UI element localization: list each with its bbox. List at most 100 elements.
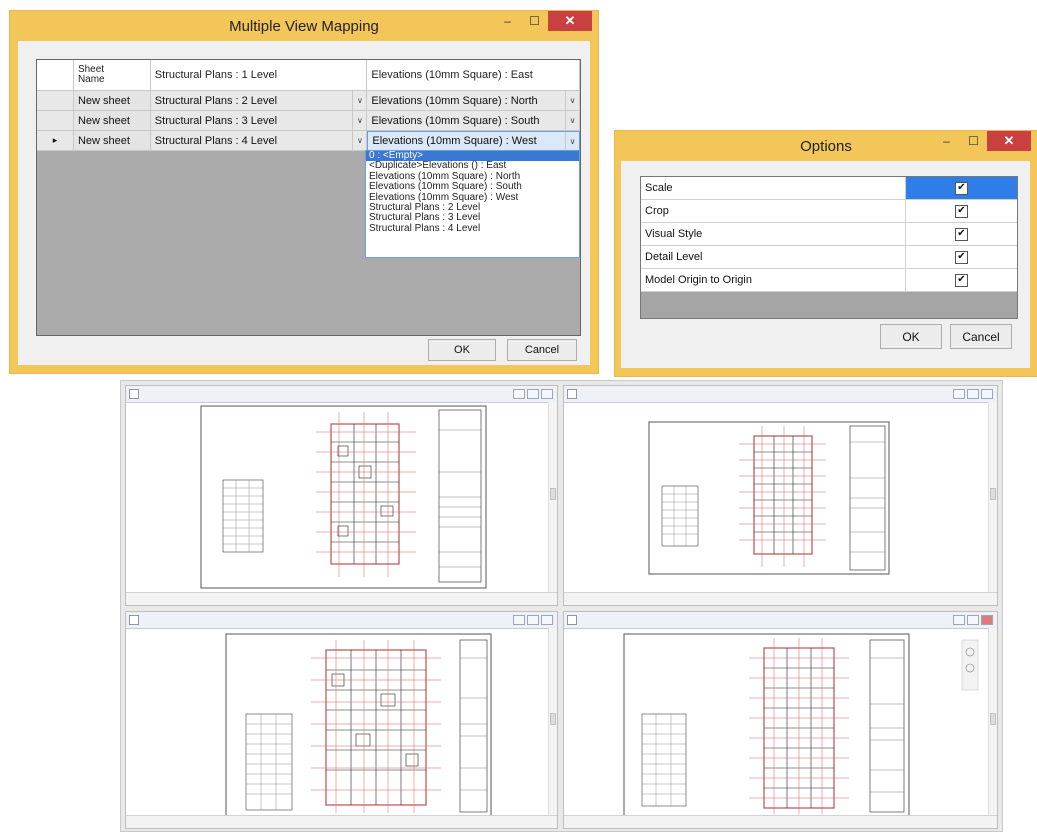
elevation-combo[interactable]: Elevations (10mm Square) : West ∨ [367, 131, 580, 151]
option-check-cell[interactable]: ✔ [906, 223, 1017, 245]
plan-combo-value: Structural Plans : 2 Level [154, 94, 278, 107]
close-icon[interactable] [541, 615, 553, 625]
checkbox[interactable]: ✔ [955, 181, 968, 195]
row-indicator[interactable] [37, 91, 74, 111]
plan-combo[interactable]: Structural Plans : 2 Level ∨ [150, 91, 368, 111]
pane-status-bar [564, 592, 997, 605]
elevation-combo-value: Elevations (10mm Square) : West [372, 135, 537, 147]
option-row-crop[interactable]: Crop ✔ [641, 200, 1017, 223]
scroll-thumb[interactable] [990, 487, 996, 500]
sheet-name-cell[interactable]: New sheet [73, 111, 151, 131]
maximize-button[interactable]: ☐ [521, 11, 548, 31]
minimize-button[interactable]: – [494, 11, 521, 31]
vertical-scrollbar[interactable] [548, 628, 557, 816]
sheet-name-cell[interactable]: New sheet [73, 91, 151, 111]
multiple-view-mapping-window: Multiple View Mapping – ☐ ✕ Sheet Name S… [9, 10, 599, 374]
current-row-indicator-icon[interactable]: ▸ [37, 131, 74, 151]
option-row-scale[interactable]: Scale ✔ [641, 177, 1017, 200]
vertical-scrollbar[interactable] [548, 402, 557, 593]
vertical-scrollbar[interactable] [988, 628, 997, 816]
elevation-dropdown-list[interactable]: 0 : <Empty> <Duplicate>Elevations () : E… [365, 150, 580, 258]
row-indicator[interactable] [37, 111, 74, 131]
pane-title-bar[interactable] [126, 612, 557, 629]
sheet-view-pane[interactable] [125, 611, 558, 829]
restore-icon[interactable] [967, 389, 979, 399]
minimize-button[interactable]: – [933, 131, 960, 151]
minimize-icon[interactable] [513, 389, 525, 399]
restore-icon[interactable] [527, 615, 539, 625]
column-header-elevation[interactable]: Elevations (10mm Square) : East [367, 60, 580, 91]
minimize-icon[interactable] [953, 389, 965, 399]
pane-controls [953, 389, 993, 399]
maximize-button[interactable]: ☐ [960, 131, 987, 151]
option-check-cell[interactable]: ✔ [906, 269, 1017, 291]
ok-button[interactable]: OK [880, 324, 942, 349]
elevation-combo[interactable]: Elevations (10mm Square) : South ∨ [367, 111, 580, 131]
pane-controls [953, 615, 993, 625]
close-button[interactable]: ✕ [987, 131, 1031, 151]
checkbox[interactable]: ✔ [955, 273, 968, 287]
elevation-combo-value: Elevations (10mm Square) : North [371, 94, 538, 107]
pane-status-bar [126, 592, 557, 605]
restore-icon[interactable] [527, 389, 539, 399]
restore-icon[interactable] [967, 615, 979, 625]
minimize-icon[interactable] [953, 615, 965, 625]
scroll-thumb[interactable] [550, 712, 556, 725]
window-frame [615, 161, 621, 376]
checkbox[interactable]: ✔ [955, 204, 968, 218]
chevron-down-icon[interactable]: ∨ [352, 91, 366, 110]
dropdown-option[interactable]: Structural Plans : 4 Level [366, 223, 579, 234]
elevation-combo[interactable]: Elevations (10mm Square) : North ∨ [367, 91, 580, 111]
sheet-drawing [200, 405, 487, 589]
chevron-down-icon[interactable]: ∨ [565, 132, 579, 150]
checkbox[interactable]: ✔ [955, 227, 968, 241]
pane-status-bar [126, 815, 557, 828]
ok-button[interactable]: OK [428, 339, 496, 361]
option-check-cell[interactable]: ✔ [906, 200, 1017, 222]
chevron-down-icon[interactable]: ∨ [565, 91, 579, 110]
cancel-button[interactable]: Cancel [507, 339, 577, 361]
option-label: Visual Style [641, 223, 906, 245]
pane-title-bar[interactable] [126, 386, 557, 403]
sheet-view-pane[interactable] [563, 385, 998, 606]
option-check-cell[interactable]: ✔ [906, 246, 1017, 268]
cancel-button[interactable]: Cancel [950, 324, 1012, 349]
chevron-down-icon[interactable]: ∨ [352, 131, 366, 150]
pane-title-bar[interactable] [564, 386, 997, 403]
sheet-drawing [648, 421, 890, 575]
mapping-window-controls: – ☐ ✕ [494, 11, 592, 33]
pane-title-bar[interactable] [564, 612, 997, 629]
close-button[interactable]: ✕ [548, 11, 592, 31]
column-header-sheet-name[interactable]: Sheet Name [73, 60, 151, 91]
scroll-thumb[interactable] [990, 712, 996, 725]
option-row-detail-level[interactable]: Detail Level ✔ [641, 246, 1017, 269]
option-check-cell[interactable]: ✔ [906, 177, 1017, 199]
pane-controls [513, 615, 553, 625]
option-row-visual-style[interactable]: Visual Style ✔ [641, 223, 1017, 246]
sheet-icon [129, 389, 139, 399]
chevron-down-icon[interactable]: ∨ [352, 111, 366, 130]
plan-combo[interactable]: Structural Plans : 4 Level ∨ [150, 131, 368, 151]
table-row[interactable]: ▸ New sheet Structural Plans : 4 Level ∨… [37, 131, 580, 151]
chevron-down-icon[interactable]: ∨ [565, 111, 579, 130]
sheet-icon [567, 615, 577, 625]
sheet-view-pane[interactable] [125, 385, 558, 606]
plan-combo[interactable]: Structural Plans : 3 Level ∨ [150, 111, 368, 131]
vertical-scrollbar[interactable] [988, 402, 997, 593]
grid-header-row: Sheet Name Structural Plans : 1 Level El… [37, 60, 580, 91]
close-icon[interactable] [981, 389, 993, 399]
table-row[interactable]: New sheet Structural Plans : 3 Level ∨ E… [37, 111, 580, 131]
close-icon[interactable] [541, 389, 553, 399]
option-row-model-origin[interactable]: Model Origin to Origin ✔ [641, 269, 1017, 292]
sheet-name-cell[interactable]: New sheet [73, 131, 151, 151]
window-frame [10, 41, 18, 373]
pane-controls [513, 389, 553, 399]
close-icon[interactable] [981, 615, 993, 625]
checkbox[interactable]: ✔ [955, 250, 968, 264]
minimize-icon[interactable] [513, 615, 525, 625]
scroll-thumb[interactable] [550, 487, 556, 500]
sheet-view-pane[interactable] [563, 611, 998, 829]
column-header-plan[interactable]: Structural Plans : 1 Level [150, 60, 368, 91]
sheet-icon [129, 615, 139, 625]
table-row[interactable]: New sheet Structural Plans : 2 Level ∨ E… [37, 91, 580, 111]
